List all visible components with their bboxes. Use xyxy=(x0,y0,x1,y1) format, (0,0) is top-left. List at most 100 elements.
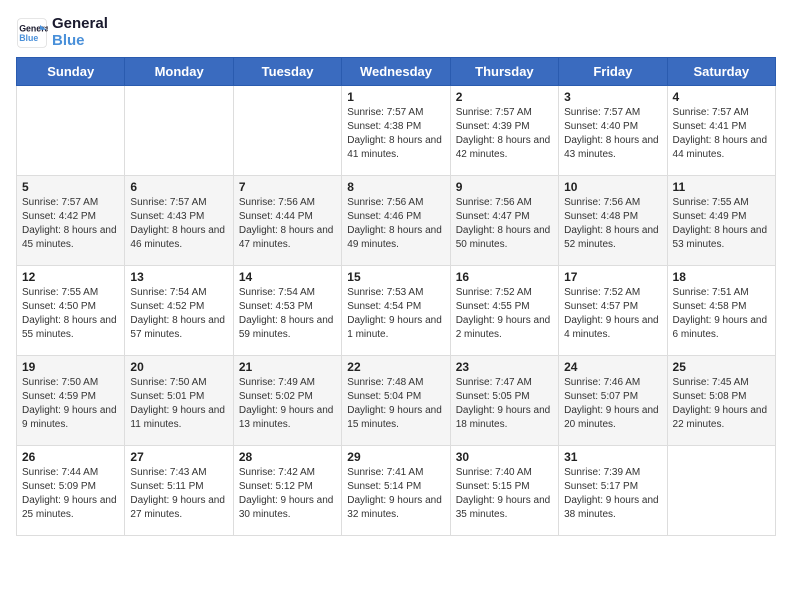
day-number: 29 xyxy=(347,450,444,464)
day-number: 30 xyxy=(456,450,553,464)
day-info: Sunrise: 7:44 AMSunset: 5:09 PMDaylight:… xyxy=(22,466,119,522)
day-info: Sunrise: 7:54 AMSunset: 4:53 PMDaylight:… xyxy=(239,286,336,342)
calendar-day-cell: 8 Sunrise: 7:56 AMSunset: 4:46 PMDayligh… xyxy=(342,176,450,266)
calendar-day-cell: 18 Sunrise: 7:51 AMSunset: 4:58 PMDaylig… xyxy=(667,266,775,356)
calendar-day-cell xyxy=(233,86,341,176)
day-number: 15 xyxy=(347,270,444,284)
calendar-day-cell: 21 Sunrise: 7:49 AMSunset: 5:02 PMDaylig… xyxy=(233,356,341,446)
svg-text:Blue: Blue xyxy=(19,33,38,43)
day-info: Sunrise: 7:56 AMSunset: 4:46 PMDaylight:… xyxy=(347,196,444,252)
calendar-day-cell: 3 Sunrise: 7:57 AMSunset: 4:40 PMDayligh… xyxy=(559,86,667,176)
day-number: 6 xyxy=(130,180,227,194)
day-info: Sunrise: 7:55 AMSunset: 4:50 PMDaylight:… xyxy=(22,286,119,342)
calendar-day-cell: 17 Sunrise: 7:52 AMSunset: 4:57 PMDaylig… xyxy=(559,266,667,356)
calendar-week-row: 5 Sunrise: 7:57 AMSunset: 4:42 PMDayligh… xyxy=(17,176,776,266)
day-number: 27 xyxy=(130,450,227,464)
calendar-day-cell: 1 Sunrise: 7:57 AMSunset: 4:38 PMDayligh… xyxy=(342,86,450,176)
day-info: Sunrise: 7:53 AMSunset: 4:54 PMDaylight:… xyxy=(347,286,444,342)
day-info: Sunrise: 7:55 AMSunset: 4:49 PMDaylight:… xyxy=(673,196,770,252)
weekday-header-cell: Tuesday xyxy=(233,58,341,86)
calendar-day-cell: 2 Sunrise: 7:57 AMSunset: 4:39 PMDayligh… xyxy=(450,86,558,176)
day-info: Sunrise: 7:57 AMSunset: 4:38 PMDaylight:… xyxy=(347,106,444,162)
calendar-day-cell: 30 Sunrise: 7:40 AMSunset: 5:15 PMDaylig… xyxy=(450,446,558,536)
weekday-header-cell: Thursday xyxy=(450,58,558,86)
weekday-header-cell: Friday xyxy=(559,58,667,86)
logo-icon: General Blue xyxy=(16,17,48,49)
weekday-header-cell: Saturday xyxy=(667,58,775,86)
logo-general: General xyxy=(52,16,108,33)
calendar-header: SundayMondayTuesdayWednesdayThursdayFrid… xyxy=(17,58,776,86)
weekday-header-cell: Sunday xyxy=(17,58,125,86)
calendar-day-cell: 9 Sunrise: 7:56 AMSunset: 4:47 PMDayligh… xyxy=(450,176,558,266)
calendar-day-cell: 22 Sunrise: 7:48 AMSunset: 5:04 PMDaylig… xyxy=(342,356,450,446)
calendar-day-cell: 11 Sunrise: 7:55 AMSunset: 4:49 PMDaylig… xyxy=(667,176,775,266)
calendar-day-cell: 4 Sunrise: 7:57 AMSunset: 4:41 PMDayligh… xyxy=(667,86,775,176)
day-number: 14 xyxy=(239,270,336,284)
day-number: 10 xyxy=(564,180,661,194)
day-info: Sunrise: 7:54 AMSunset: 4:52 PMDaylight:… xyxy=(130,286,227,342)
day-number: 26 xyxy=(22,450,119,464)
calendar-week-row: 1 Sunrise: 7:57 AMSunset: 4:38 PMDayligh… xyxy=(17,86,776,176)
calendar-table: SundayMondayTuesdayWednesdayThursdayFrid… xyxy=(16,57,776,536)
calendar-week-row: 12 Sunrise: 7:55 AMSunset: 4:50 PMDaylig… xyxy=(17,266,776,356)
day-number: 24 xyxy=(564,360,661,374)
day-info: Sunrise: 7:47 AMSunset: 5:05 PMDaylight:… xyxy=(456,376,553,432)
day-info: Sunrise: 7:57 AMSunset: 4:42 PMDaylight:… xyxy=(22,196,119,252)
day-info: Sunrise: 7:57 AMSunset: 4:40 PMDaylight:… xyxy=(564,106,661,162)
calendar-day-cell: 25 Sunrise: 7:45 AMSunset: 5:08 PMDaylig… xyxy=(667,356,775,446)
day-info: Sunrise: 7:49 AMSunset: 5:02 PMDaylight:… xyxy=(239,376,336,432)
calendar-week-row: 19 Sunrise: 7:50 AMSunset: 4:59 PMDaylig… xyxy=(17,356,776,446)
day-number: 13 xyxy=(130,270,227,284)
day-info: Sunrise: 7:52 AMSunset: 4:55 PMDaylight:… xyxy=(456,286,553,342)
day-info: Sunrise: 7:46 AMSunset: 5:07 PMDaylight:… xyxy=(564,376,661,432)
day-number: 4 xyxy=(673,90,770,104)
calendar-day-cell: 7 Sunrise: 7:56 AMSunset: 4:44 PMDayligh… xyxy=(233,176,341,266)
calendar-day-cell: 24 Sunrise: 7:46 AMSunset: 5:07 PMDaylig… xyxy=(559,356,667,446)
day-number: 20 xyxy=(130,360,227,374)
day-number: 18 xyxy=(673,270,770,284)
day-number: 19 xyxy=(22,360,119,374)
day-info: Sunrise: 7:57 AMSunset: 4:41 PMDaylight:… xyxy=(673,106,770,162)
calendar-day-cell xyxy=(125,86,233,176)
day-number: 12 xyxy=(22,270,119,284)
day-number: 2 xyxy=(456,90,553,104)
day-info: Sunrise: 7:45 AMSunset: 5:08 PMDaylight:… xyxy=(673,376,770,432)
calendar-day-cell: 20 Sunrise: 7:50 AMSunset: 5:01 PMDaylig… xyxy=(125,356,233,446)
day-info: Sunrise: 7:43 AMSunset: 5:11 PMDaylight:… xyxy=(130,466,227,522)
day-info: Sunrise: 7:42 AMSunset: 5:12 PMDaylight:… xyxy=(239,466,336,522)
day-number: 16 xyxy=(456,270,553,284)
day-number: 23 xyxy=(456,360,553,374)
day-info: Sunrise: 7:51 AMSunset: 4:58 PMDaylight:… xyxy=(673,286,770,342)
calendar-day-cell: 5 Sunrise: 7:57 AMSunset: 4:42 PMDayligh… xyxy=(17,176,125,266)
calendar-day-cell: 14 Sunrise: 7:54 AMSunset: 4:53 PMDaylig… xyxy=(233,266,341,356)
day-info: Sunrise: 7:56 AMSunset: 4:48 PMDaylight:… xyxy=(564,196,661,252)
day-number: 17 xyxy=(564,270,661,284)
day-number: 8 xyxy=(347,180,444,194)
calendar-day-cell: 15 Sunrise: 7:53 AMSunset: 4:54 PMDaylig… xyxy=(342,266,450,356)
day-number: 7 xyxy=(239,180,336,194)
page-header: General Blue General Blue xyxy=(16,16,776,49)
calendar-day-cell: 28 Sunrise: 7:42 AMSunset: 5:12 PMDaylig… xyxy=(233,446,341,536)
calendar-day-cell: 13 Sunrise: 7:54 AMSunset: 4:52 PMDaylig… xyxy=(125,266,233,356)
calendar-day-cell: 26 Sunrise: 7:44 AMSunset: 5:09 PMDaylig… xyxy=(17,446,125,536)
calendar-day-cell: 19 Sunrise: 7:50 AMSunset: 4:59 PMDaylig… xyxy=(17,356,125,446)
calendar-day-cell: 16 Sunrise: 7:52 AMSunset: 4:55 PMDaylig… xyxy=(450,266,558,356)
calendar-day-cell: 10 Sunrise: 7:56 AMSunset: 4:48 PMDaylig… xyxy=(559,176,667,266)
day-info: Sunrise: 7:48 AMSunset: 5:04 PMDaylight:… xyxy=(347,376,444,432)
day-number: 25 xyxy=(673,360,770,374)
weekday-header-cell: Monday xyxy=(125,58,233,86)
calendar-day-cell xyxy=(667,446,775,536)
weekday-header-cell: Wednesday xyxy=(342,58,450,86)
day-info: Sunrise: 7:56 AMSunset: 4:47 PMDaylight:… xyxy=(456,196,553,252)
calendar-day-cell: 23 Sunrise: 7:47 AMSunset: 5:05 PMDaylig… xyxy=(450,356,558,446)
day-number: 22 xyxy=(347,360,444,374)
day-number: 1 xyxy=(347,90,444,104)
calendar-day-cell xyxy=(17,86,125,176)
logo: General Blue General Blue xyxy=(16,16,108,49)
calendar-body: 1 Sunrise: 7:57 AMSunset: 4:38 PMDayligh… xyxy=(17,86,776,536)
day-number: 31 xyxy=(564,450,661,464)
day-info: Sunrise: 7:52 AMSunset: 4:57 PMDaylight:… xyxy=(564,286,661,342)
day-number: 28 xyxy=(239,450,336,464)
day-info: Sunrise: 7:50 AMSunset: 5:01 PMDaylight:… xyxy=(130,376,227,432)
day-info: Sunrise: 7:41 AMSunset: 5:14 PMDaylight:… xyxy=(347,466,444,522)
